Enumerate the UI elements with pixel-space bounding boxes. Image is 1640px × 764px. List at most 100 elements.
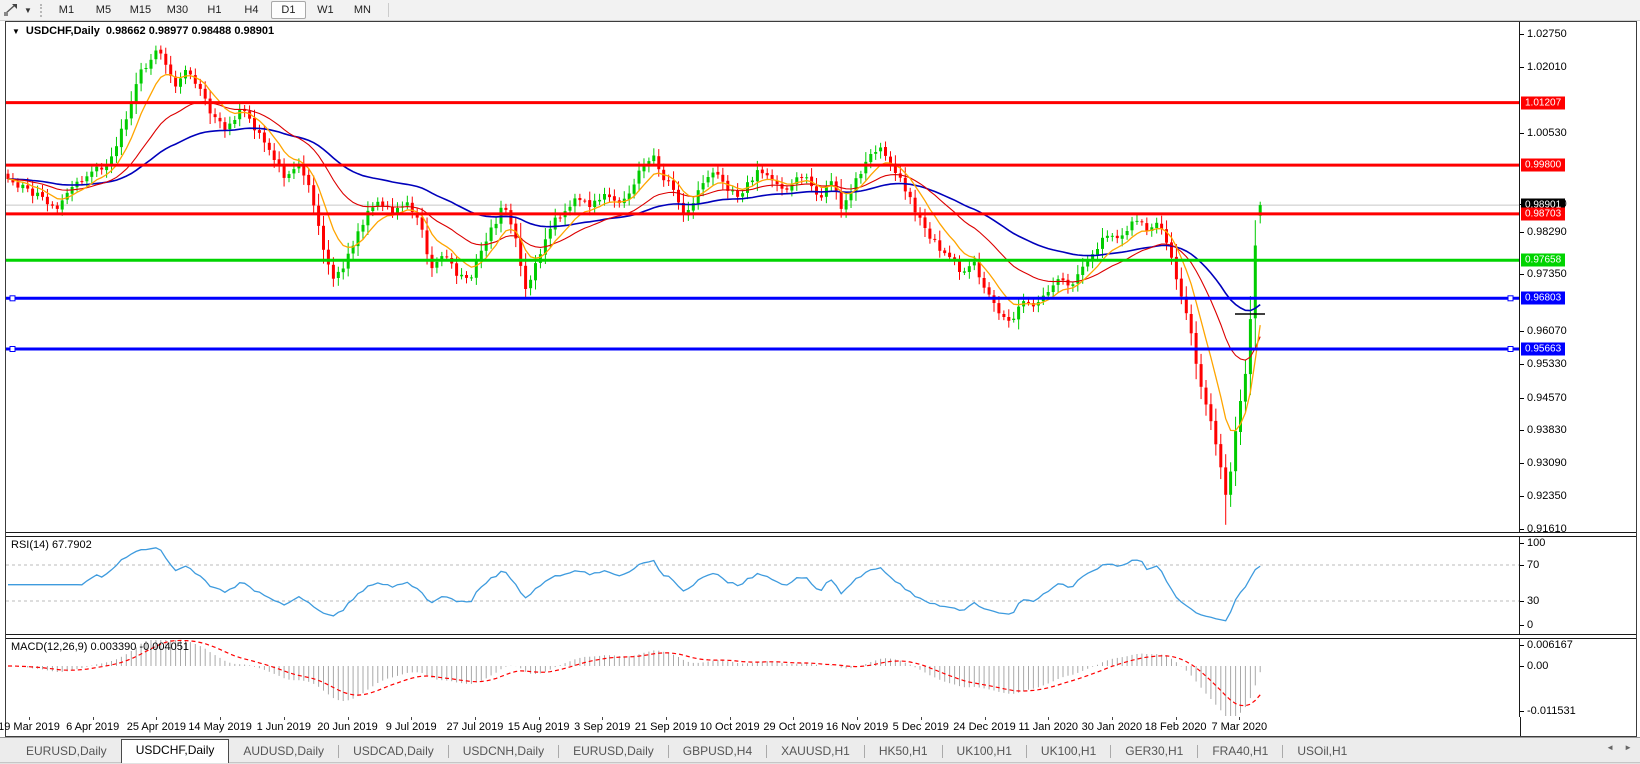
date-label: 10 Oct 2019: [700, 721, 760, 733]
date-label: 29 Oct 2019: [763, 721, 823, 733]
timeframe-button-h4[interactable]: H4: [234, 1, 269, 19]
axis-tick: [1520, 34, 1524, 35]
trendline-tool-icon[interactable]: [0, 3, 22, 17]
date-tick: [730, 717, 731, 720]
toolbar-dropdown-caret-icon[interactable]: ▼: [22, 6, 38, 15]
chart-tab-eurusd-daily[interactable]: EURUSD,Daily: [559, 741, 668, 762]
axis-tick: [1520, 232, 1524, 233]
tab-scroll-left-icon[interactable]: ◄: [1606, 743, 1614, 752]
chart-tab-uk100-h1[interactable]: UK100,H1: [943, 741, 1026, 762]
price-pane: ▼ USDCHF,Daily 0.98662 0.98977 0.98488 0…: [6, 22, 1636, 532]
chart-tab-hk50-h1[interactable]: HK50,H1: [865, 741, 942, 762]
date-tick: [857, 717, 858, 720]
timeframe-button-w1[interactable]: W1: [308, 1, 343, 19]
axis-tick: [1520, 529, 1524, 530]
date-label: 20 Jun 2019: [317, 721, 378, 733]
chart-tab-xauusd-h1[interactable]: XAUUSD,H1: [767, 741, 864, 762]
timeframe-button-m1[interactable]: M1: [49, 1, 84, 19]
axis-tick: [1520, 666, 1524, 667]
timeframe-button-m15[interactable]: M15: [123, 1, 158, 19]
axis-tick: [1520, 496, 1524, 497]
level-price-label: 0.99800: [1521, 159, 1565, 172]
timeframe-button-d1[interactable]: D1: [271, 1, 306, 19]
date-tick: [411, 717, 412, 720]
horizontal-line-0.96803[interactable]: [6, 296, 1520, 301]
date-tick: [93, 717, 94, 720]
axis-tick: [1520, 133, 1524, 134]
price-tick-label: 0.93090: [1527, 457, 1567, 469]
chart-tab-eurusd-daily[interactable]: EURUSD,Daily: [12, 741, 121, 762]
timeframe-button-h1[interactable]: H1: [197, 1, 232, 19]
axis-divider: [1520, 717, 1521, 736]
date-label: 19 Mar 2019: [0, 721, 60, 733]
axis-tick: [1520, 331, 1524, 332]
date-label: 9 Jul 2019: [386, 721, 437, 733]
timeframe-button-mn[interactable]: MN: [345, 1, 380, 19]
rsi-plot[interactable]: [6, 537, 1520, 634]
rsi-tick-label: 0: [1527, 619, 1533, 631]
line-handle[interactable]: [10, 296, 15, 301]
timeframe-button-m5[interactable]: M5: [86, 1, 121, 19]
macd-tick-label: 0.00: [1527, 660, 1548, 672]
price-tick-label: 0.96070: [1527, 325, 1567, 337]
date-tick: [985, 717, 986, 720]
chart-title: ▼ USDCHF,Daily 0.98662 0.98977 0.98488 0…: [12, 25, 274, 37]
chart-tab-fra40-h1[interactable]: FRA40,H1: [1198, 741, 1282, 762]
date-tick: [666, 717, 667, 720]
date-label: 18 Feb 2020: [1145, 721, 1207, 733]
date-tick: [284, 717, 285, 720]
toolbar-separator: [388, 3, 389, 17]
chart-tab-usoil-h1[interactable]: USOil,H1: [1283, 741, 1361, 762]
date-label: 15 Aug 2019: [508, 721, 570, 733]
line-handle[interactable]: [1508, 347, 1513, 352]
date-tick: [1176, 717, 1177, 720]
tab-scroll-right-icon[interactable]: ►: [1624, 743, 1632, 752]
macd-plot[interactable]: [6, 639, 1520, 717]
rsi-tick-label: 100: [1527, 537, 1545, 549]
price-tick-label: 0.92350: [1527, 490, 1567, 502]
chart-tab-gbpusd-h4[interactable]: GBPUSD,H4: [669, 741, 766, 762]
date-tick: [793, 717, 794, 720]
chart-tab-usdchf-daily[interactable]: USDCHF,Daily: [121, 739, 230, 763]
ohlc-readout: 0.98662 0.98977 0.98488 0.98901: [106, 25, 274, 37]
chart-tab-uk100-h1[interactable]: UK100,H1: [1027, 741, 1110, 762]
price-tick-label: 0.97350: [1527, 268, 1567, 280]
macd-axis: 0.0061670.00-0.011531: [1519, 639, 1636, 717]
date-tick: [921, 717, 922, 720]
date-label: 16 Nov 2019: [826, 721, 888, 733]
macd-label: MACD(12,26,9) 0.003390 -0.004051: [11, 641, 189, 653]
axis-tick: [1520, 711, 1524, 712]
date-label: 5 Dec 2019: [893, 721, 949, 733]
toolbar-grip[interactable]: [40, 4, 42, 17]
date-tick: [156, 717, 157, 720]
date-tick: [1048, 717, 1049, 720]
price-tick-label: 0.94570: [1527, 392, 1567, 404]
chart-tab-usdcad-daily[interactable]: USDCAD,Daily: [339, 741, 448, 762]
line-handle[interactable]: [10, 347, 15, 352]
macd-tick-label: -0.011531: [1527, 705, 1576, 717]
axis-tick: [1520, 274, 1524, 275]
line-handle[interactable]: [1508, 296, 1513, 301]
date-tick: [348, 717, 349, 720]
timeframe-button-m30[interactable]: M30: [160, 1, 195, 19]
chart-tab-audusd-daily[interactable]: AUDUSD,Daily: [229, 741, 338, 762]
date-label: 14 May 2019: [188, 721, 252, 733]
axis-tick: [1520, 601, 1524, 602]
price-tick-label: 0.95330: [1527, 358, 1567, 370]
chart-tab-ger30-h1[interactable]: GER30,H1: [1111, 741, 1197, 762]
date-tick: [539, 717, 540, 720]
level-price-label: 0.98703: [1521, 207, 1565, 220]
price-chart-plot[interactable]: [6, 22, 1520, 532]
axis-tick: [1520, 625, 1524, 626]
horizontal-line-0.95663[interactable]: [6, 347, 1520, 352]
level-price-label: 0.97658: [1521, 254, 1565, 267]
macd-pane: MACD(12,26,9) 0.003390 -0.004051 0.00616…: [6, 639, 1636, 717]
axis-tick: [1520, 463, 1524, 464]
price-tick-label: 0.91610: [1527, 523, 1567, 535]
date-tick: [1112, 717, 1113, 720]
date-label: 24 Dec 2019: [953, 721, 1015, 733]
price-tick-label: 0.98290: [1527, 226, 1567, 238]
chart-tab-usdcnh-daily[interactable]: USDCNH,Daily: [449, 741, 558, 762]
chart-tab-bar: EURUSD,DailyUSDCHF,DailyAUDUSD,DailyUSDC…: [0, 737, 1640, 762]
symbol-dropdown-caret-icon[interactable]: ▼: [12, 27, 20, 36]
